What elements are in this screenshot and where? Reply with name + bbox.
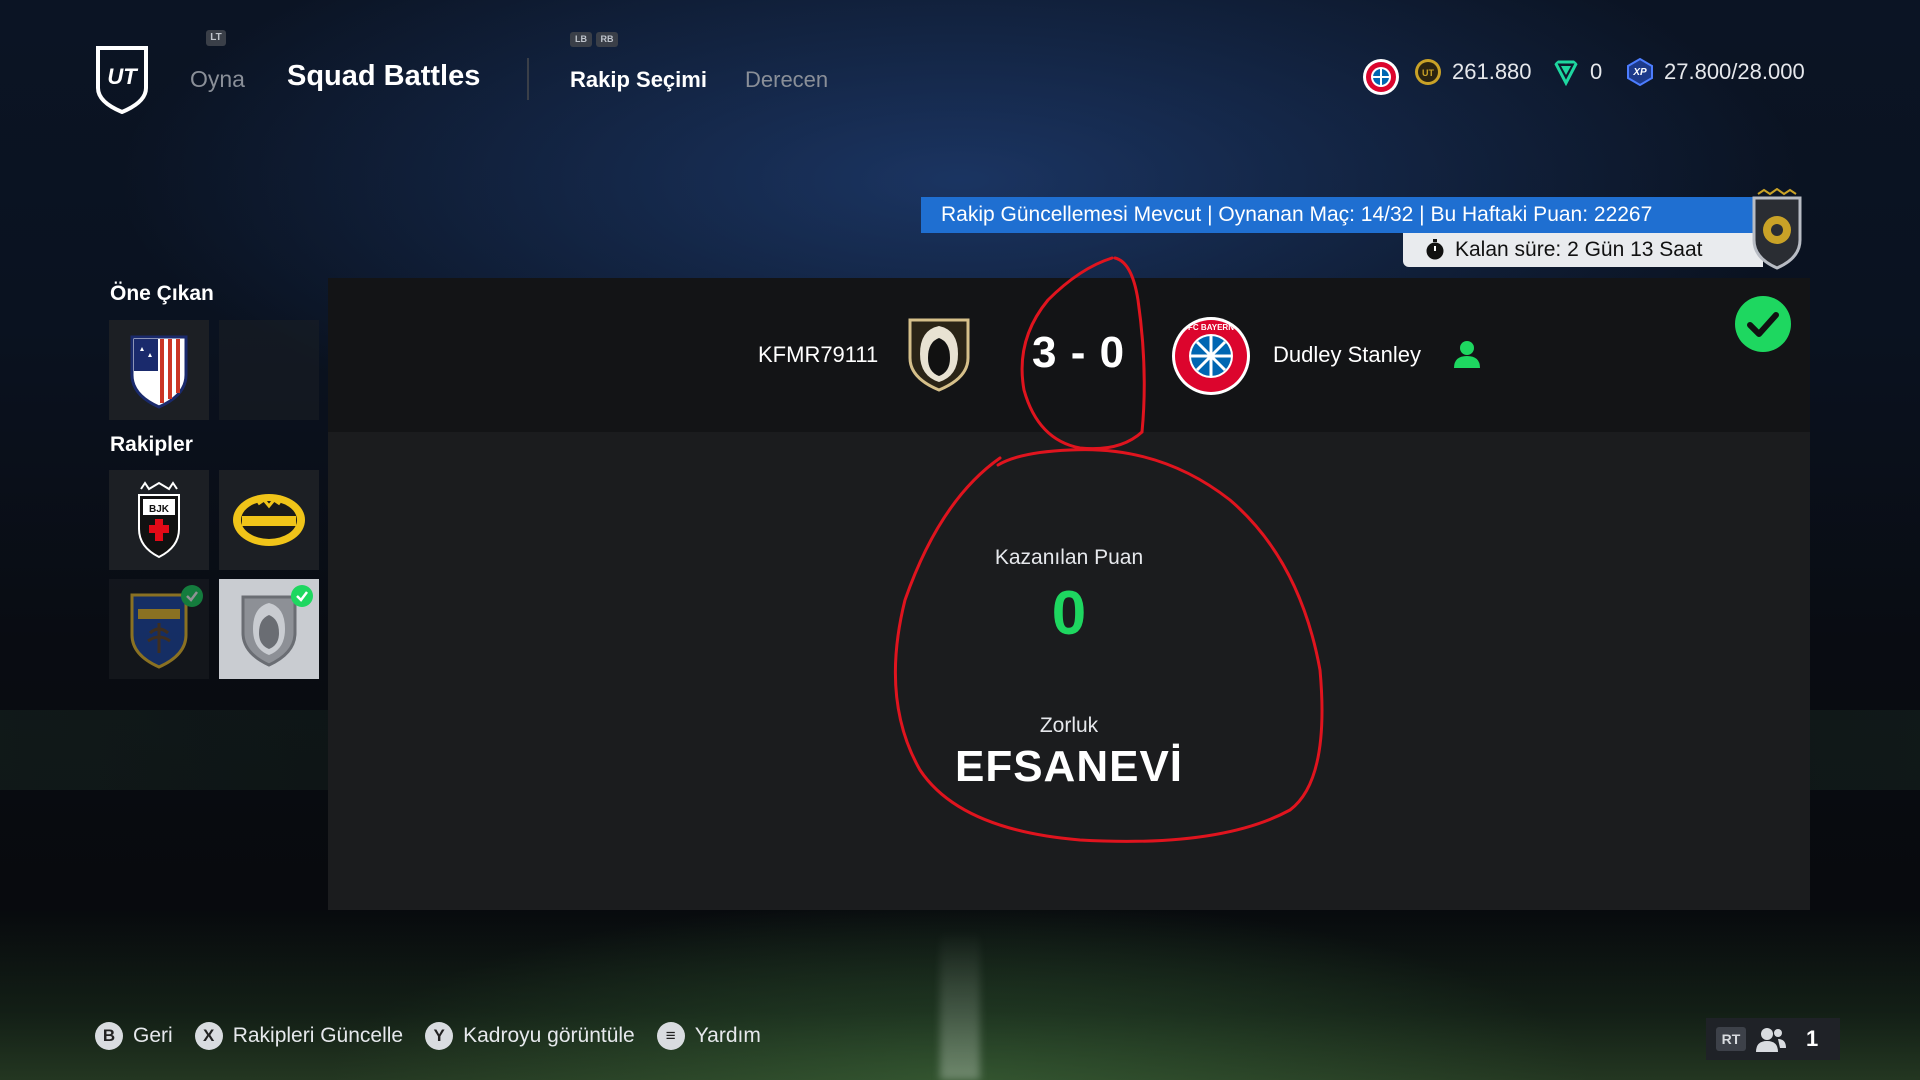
refresh-opponents-hint[interactable]: X Rakipleri Güncelle	[194, 1022, 404, 1050]
user-icon	[1454, 341, 1480, 368]
points-display: 0	[1552, 58, 1602, 86]
view-squad-label: Kadroyu görüntüle	[463, 1024, 635, 1047]
bumper-hints: LB RB	[570, 32, 618, 47]
opponent-selected[interactable]	[219, 579, 319, 679]
party-count: 1	[1806, 1026, 1819, 1051]
refresh-opponents-label: Rakipleri Güncelle	[232, 1024, 404, 1047]
match-complete-check-icon	[1735, 296, 1791, 352]
nav-play[interactable]: Oyna	[190, 66, 245, 93]
points-earned-label: Kazanılan Puan	[994, 546, 1144, 569]
party-indicator[interactable]: RT 1	[1706, 1018, 1840, 1060]
opponent-name: Dudley Stanley	[1273, 342, 1421, 367]
y-button-icon: Y	[425, 1022, 454, 1050]
player-crest-icon	[908, 318, 970, 392]
xp-display: XP 27.800/28.000	[1626, 58, 1805, 86]
nav-divider	[527, 58, 529, 100]
bayern-crest-icon: FC BAYERN	[1172, 317, 1250, 395]
view-squad-hint[interactable]: Y Kadroyu görüntüle	[425, 1022, 635, 1050]
tab-opponent-selection[interactable]: Rakip Seçimi	[570, 67, 707, 93]
menu-button-icon: ≡	[656, 1022, 685, 1050]
back-label: Geri	[133, 1024, 173, 1047]
opponent-update-banner: Rakip Güncellemesi Mevcut | Oynanan Maç:…	[921, 197, 1763, 233]
club-badge-icon	[1362, 58, 1400, 96]
match-score: 3 - 0	[1032, 328, 1126, 377]
stopwatch-icon	[1426, 239, 1444, 260]
fc-points-icon	[1552, 60, 1580, 86]
rank-badge-icon	[1752, 188, 1802, 270]
help-label: Yardım	[694, 1024, 761, 1047]
rt-button-icon: RT	[1716, 1027, 1746, 1051]
featured-heading: Öne Çıkan	[110, 282, 214, 305]
time-remaining: Kalan süre: 2 Gün 13 Saat	[1403, 233, 1763, 267]
svg-text:BJK: BJK	[149, 504, 170, 515]
completed-check-icon	[291, 585, 313, 607]
featured-opponent-atletico[interactable]	[109, 320, 209, 420]
player-name: KFMR79111	[758, 342, 879, 367]
opponent-mjallby[interactable]	[219, 470, 319, 570]
rb-button-hint: RB	[596, 32, 618, 47]
svg-text:UT: UT	[107, 64, 138, 89]
xp-icon: XP	[1626, 58, 1654, 86]
button-hints-bar: B Geri X Rakipleri Güncelle Y Kadroyu gö…	[95, 1022, 761, 1050]
match-score-bar: KFMR79111 3 - 0 FC BAYERN Dudley Stanley	[328, 278, 1810, 432]
time-remaining-label: Kalan süre: 2 Gün 13 Saat	[1455, 238, 1703, 261]
coins-value: 261.880	[1452, 59, 1532, 84]
mjallby-crest-icon	[233, 494, 305, 546]
atletico-crest-icon	[130, 335, 188, 409]
help-hint[interactable]: ≡ Yardım	[656, 1022, 761, 1050]
besiktas-crest-icon: BJK	[138, 481, 180, 559]
lt-button-hint: LT	[206, 30, 226, 46]
match-result-panel: KFMR79111 3 - 0 FC BAYERN Dudley Stanley…	[328, 278, 1810, 910]
svg-text:FC BAYERN: FC BAYERN	[1188, 323, 1234, 332]
completed-check-icon	[181, 585, 203, 607]
page-title: Squad Battles	[287, 60, 481, 92]
difficulty-value: EFSANEVİ	[954, 742, 1184, 791]
tab-rank[interactable]: Derecen	[745, 67, 828, 93]
points-value: 0	[1590, 59, 1603, 84]
coins-display: UT 261.880	[1414, 58, 1532, 86]
opponents-heading: Rakipler	[110, 433, 193, 456]
lb-button-hint: LB	[570, 32, 592, 47]
party-icon	[1756, 1028, 1786, 1052]
coin-icon: UT	[1415, 59, 1441, 85]
b-button-icon: B	[95, 1022, 123, 1050]
opponent-besiktas[interactable]: BJK	[109, 470, 209, 570]
opponent-lecce[interactable]	[109, 579, 209, 679]
xp-badge-label: XP	[1633, 66, 1647, 78]
difficulty-label: Zorluk	[1039, 714, 1099, 737]
pitch-line	[940, 930, 980, 1080]
points-earned-value: 0	[1051, 579, 1087, 648]
featured-opponent-empty[interactable]	[219, 320, 319, 420]
x-button-icon: X	[194, 1022, 223, 1050]
svg-text:UT: UT	[1422, 68, 1434, 78]
xp-value: 27.800/28.000	[1664, 59, 1805, 84]
back-hint[interactable]: B Geri	[95, 1022, 173, 1050]
ut-logo-icon: UT	[96, 46, 148, 114]
